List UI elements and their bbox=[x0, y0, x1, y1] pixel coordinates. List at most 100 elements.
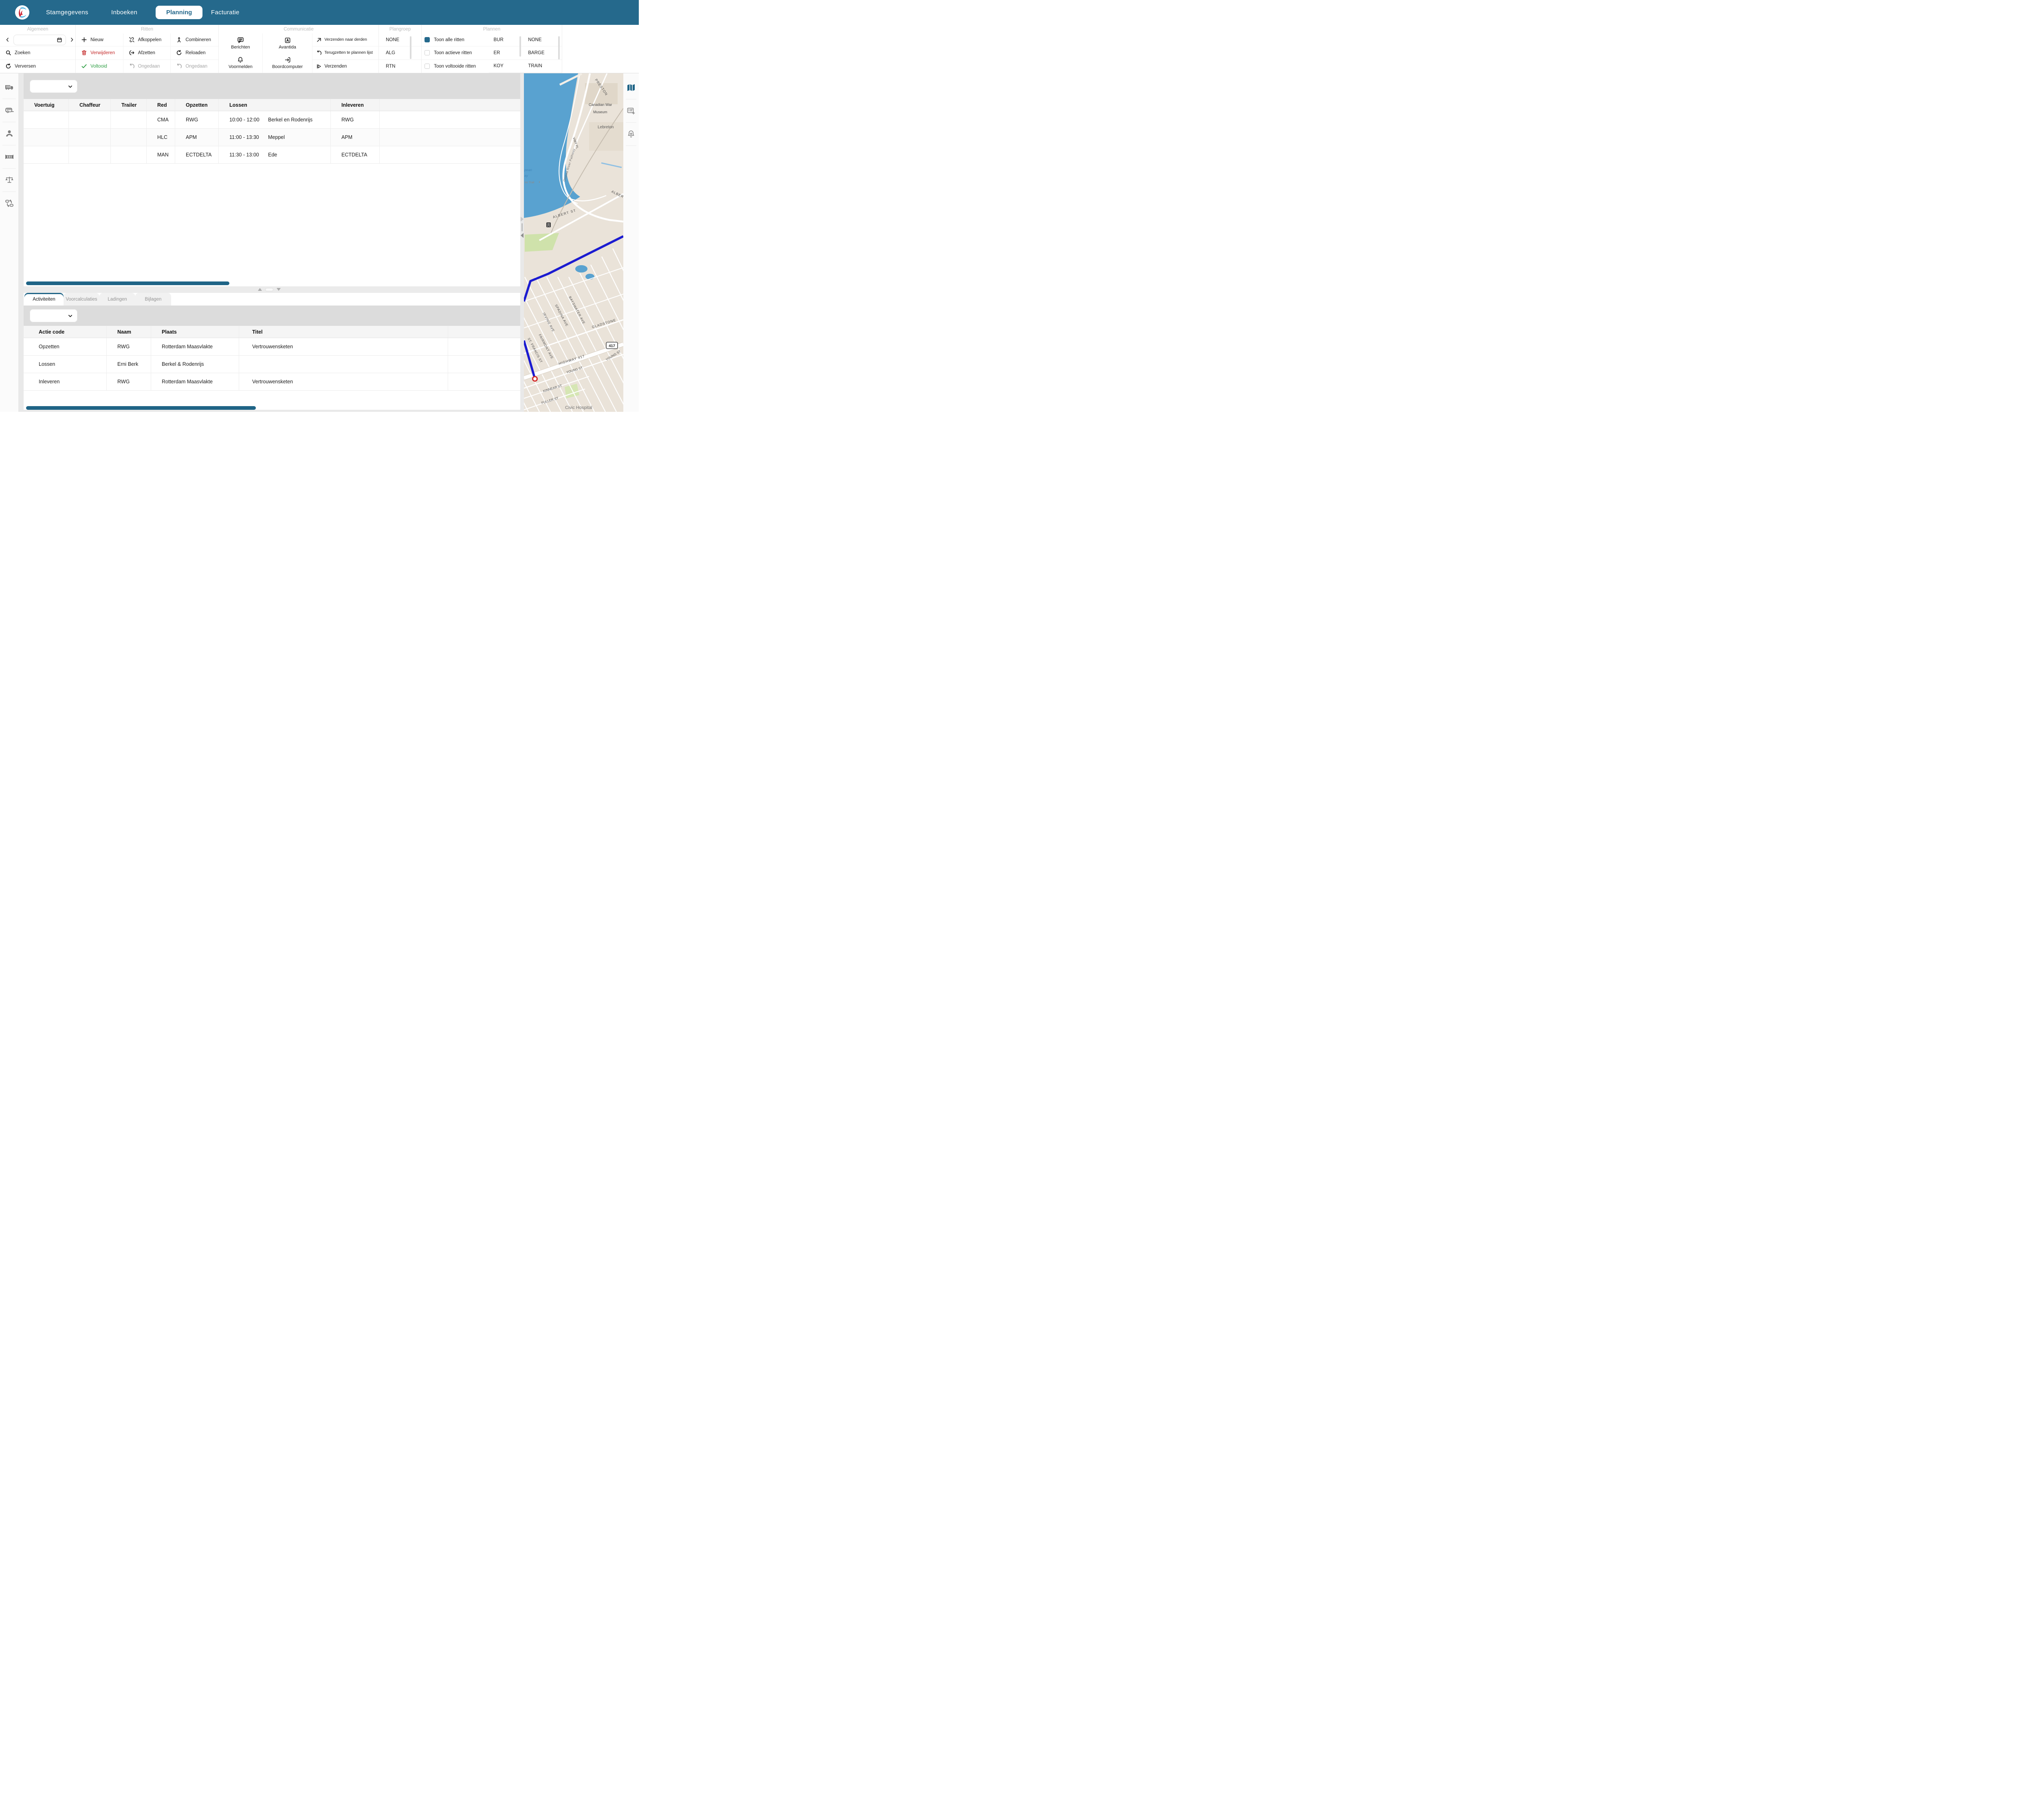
ongedaan-button-1[interactable]: Ongedaan bbox=[123, 60, 171, 73]
activiteiten-table-hscrollbar[interactable] bbox=[26, 406, 256, 410]
nieuw-button[interactable]: Nieuw bbox=[76, 33, 123, 46]
plangroep-option-alg[interactable]: ALG bbox=[379, 51, 395, 55]
panel-splitter[interactable] bbox=[24, 286, 520, 293]
voormelden-button[interactable]: Voormelden bbox=[219, 53, 262, 73]
toon-alle-ritten-row[interactable]: Toon alle ritten bbox=[422, 33, 489, 46]
nav-stamgegevens[interactable]: Stamgegevens bbox=[46, 0, 88, 25]
plangroep-option-none[interactable]: NONE bbox=[379, 37, 399, 42]
checkbox-toon-voltooide-ritten[interactable] bbox=[425, 64, 430, 69]
activiteit-row-3[interactable]: Inleveren RWG Rotterdam Maasvlakte Vertr… bbox=[24, 373, 520, 391]
tab-voorcalculaties[interactable]: Voorcalculaties bbox=[64, 293, 99, 306]
collapse-right-icon[interactable] bbox=[521, 217, 524, 222]
splitter-handle[interactable] bbox=[266, 288, 273, 291]
collapse-left-icon[interactable] bbox=[521, 233, 524, 238]
main-area: Voertuig Chaffeur Trailer Red Opzetten L… bbox=[0, 73, 639, 412]
verzenden-naar-derden-button[interactable]: Verzenden naar derden bbox=[312, 33, 378, 46]
checkbox-toon-actieve-ritten[interactable] bbox=[425, 50, 430, 55]
reloaden-button[interactable]: Reloaden bbox=[171, 46, 218, 59]
voltooid-button[interactable]: Voltooid bbox=[76, 60, 123, 73]
toon-actieve-ritten-row[interactable]: Toon actieve ritten bbox=[422, 46, 489, 59]
rit-table-hscrollbar[interactable] bbox=[26, 281, 229, 285]
ribbon-section-plannen: Plannen Toon alle ritten Toon actieve ri… bbox=[422, 25, 562, 73]
ribbon-section-communicatie: Communicatie Berichten Voormelden Avanti… bbox=[219, 25, 379, 73]
rit-table-header: Voertuig Chaffeur Trailer Red Opzetten L… bbox=[24, 99, 520, 111]
date-next-button[interactable] bbox=[68, 36, 75, 43]
plannen-option-bur[interactable]: BUR bbox=[489, 37, 504, 42]
afkoppelen-button[interactable]: Afkoppelen bbox=[123, 33, 171, 46]
verversen-button[interactable]: Verversen bbox=[0, 60, 75, 73]
toon-voltooide-ritten-row[interactable]: Toon voltooide ritten bbox=[422, 60, 489, 73]
col-plaats[interactable]: Plaats bbox=[151, 326, 239, 338]
col-voertuig[interactable]: Voertuig bbox=[24, 99, 69, 111]
activiteiten-filter-dropdown[interactable] bbox=[30, 309, 77, 322]
plannen-option-barge[interactable]: BARGE bbox=[523, 51, 544, 55]
col-trailer[interactable]: Trailer bbox=[111, 99, 147, 111]
zoeken-button[interactable]: Zoeken bbox=[0, 46, 75, 59]
plangroep-scrollbar[interactable] bbox=[410, 36, 411, 59]
plannen-option-train[interactable]: TRAIN bbox=[523, 64, 542, 68]
rail-bell-icon[interactable] bbox=[623, 123, 639, 145]
nav-facturatie[interactable]: Facturatie bbox=[211, 0, 240, 25]
col-red[interactable]: Red bbox=[147, 99, 175, 111]
col-chaffeur[interactable]: Chaffeur bbox=[69, 99, 111, 111]
ongedaan-button-2[interactable]: Ongedaan bbox=[171, 60, 218, 73]
afzetten-label: Afzetten bbox=[138, 51, 155, 55]
terugzetten-button[interactable]: Terugzetten te plannen lijst bbox=[312, 46, 378, 59]
rit-row-3[interactable]: MAN ECTDELTA 11:30 - 13:00Ede ECTDELTA bbox=[24, 146, 520, 164]
date-prev-button[interactable] bbox=[4, 36, 11, 43]
col-titel[interactable]: Titel bbox=[239, 326, 448, 338]
calendar-icon bbox=[57, 37, 62, 43]
boordcomputer-button[interactable]: Boordcomputer bbox=[263, 53, 312, 73]
plannen-group2-scrollbar[interactable] bbox=[558, 36, 560, 59]
tab-ladingen[interactable]: Ladingen bbox=[99, 293, 135, 306]
splitter-up-icon[interactable] bbox=[258, 288, 262, 291]
sidebar-trucks-icon[interactable] bbox=[0, 76, 18, 99]
rit-filter-dropdown[interactable] bbox=[30, 80, 77, 93]
avantida-button[interactable]: Avantida bbox=[263, 33, 312, 53]
map-panel[interactable]: Canadian War Museum Lebreton Ottawa Rive… bbox=[524, 73, 623, 412]
section-label-algemeen: Algemeen bbox=[0, 25, 75, 33]
unlink-icon bbox=[129, 37, 135, 43]
divider-handle[interactable] bbox=[521, 223, 523, 231]
sidebar-trailers-icon[interactable] bbox=[0, 99, 18, 122]
sidebar-containers-icon[interactable] bbox=[0, 145, 18, 168]
nav-planning[interactable]: Planning bbox=[156, 6, 202, 19]
afzetten-button[interactable]: Afzetten bbox=[123, 46, 171, 59]
ribbon-section-ritten: Ritten Nieuw Verwijderen Voltooid Afkopp… bbox=[76, 25, 219, 73]
berichten-button[interactable]: Berichten bbox=[219, 33, 262, 53]
sidebar-swap-icon[interactable] bbox=[0, 192, 18, 215]
rail-map-icon[interactable] bbox=[623, 76, 639, 99]
col-naam[interactable]: Naam bbox=[107, 326, 151, 338]
verwijderen-button[interactable]: Verwijderen bbox=[76, 46, 123, 59]
activiteit-row-2[interactable]: Lossen Erni Berk Berkel & Rodenrijs bbox=[24, 356, 520, 373]
rit-row-1[interactable]: CMA RWG 10:00 - 12:00Berkel en Rodenrijs… bbox=[24, 111, 520, 129]
col-opzetten[interactable]: Opzetten bbox=[175, 99, 219, 111]
rail-order-plus-icon[interactable] bbox=[623, 99, 639, 122]
chevron-down-icon bbox=[68, 313, 73, 319]
combineren-button[interactable]: Combineren bbox=[171, 33, 218, 46]
rit-row-2[interactable]: HLC APM 11:00 - 13:30Meppel APM bbox=[24, 129, 520, 146]
top-nav: Stamgegevens Inboeken Planning Facturati… bbox=[0, 0, 639, 25]
sidebar-scale-icon[interactable] bbox=[0, 169, 18, 191]
svg-text:ay: ay bbox=[524, 174, 528, 178]
activiteit-row-1[interactable]: Opzetten RWG Rotterdam Maasvlakte Vertro… bbox=[24, 338, 520, 356]
splitter-down-icon[interactable] bbox=[277, 288, 281, 291]
tab-bijlagen[interactable]: Bijlagen bbox=[135, 293, 171, 306]
col-lossen[interactable]: Lossen bbox=[219, 99, 331, 111]
undo-icon bbox=[316, 50, 322, 56]
plangroep-option-rtn[interactable]: RTN bbox=[379, 64, 395, 69]
toon-actieve-ritten-label: Toon actieve ritten bbox=[434, 51, 472, 55]
checkbox-toon-alle-ritten[interactable] bbox=[425, 37, 430, 42]
plannen-option-none[interactable]: NONE bbox=[523, 37, 541, 42]
col-inleveren[interactable]: Inleveren bbox=[331, 99, 380, 111]
tab-activiteiten[interactable]: Activiteiten bbox=[24, 293, 64, 306]
date-input[interactable] bbox=[13, 35, 66, 45]
map-panel-divider[interactable] bbox=[520, 73, 524, 412]
plannen-option-er[interactable]: ER bbox=[489, 51, 500, 55]
verzenden-button[interactable]: Verzenden bbox=[312, 60, 378, 73]
col-actie-code[interactable]: Actie code bbox=[24, 326, 107, 338]
sidebar-drivers-icon[interactable] bbox=[0, 122, 18, 145]
plannen-group1-scrollbar[interactable] bbox=[519, 36, 521, 57]
plannen-option-koy[interactable]: KOY bbox=[489, 64, 504, 68]
nav-inboeken[interactable]: Inboeken bbox=[111, 0, 137, 25]
